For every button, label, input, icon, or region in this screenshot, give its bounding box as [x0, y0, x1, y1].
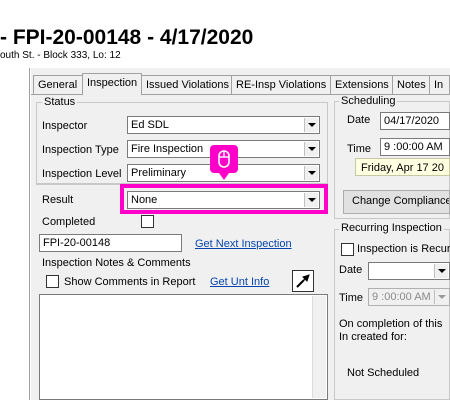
tab-notes[interactable]: Notes [392, 75, 430, 94]
inspection-number-field[interactable]: FPI-20-00148 [39, 234, 182, 252]
chevron-down-icon[interactable] [304, 118, 318, 132]
schedule-date-label: Date [347, 114, 371, 126]
notes-label: Inspection Notes & Comments [42, 257, 191, 269]
inspector-select[interactable]: Ed SDL [127, 116, 320, 134]
left-list-pane[interactable] [0, 68, 30, 400]
recurring-time-label: Time [339, 292, 364, 304]
result-highlight [120, 184, 328, 214]
tab-issued-violations[interactable]: Issued Violations [141, 75, 232, 94]
get-unit-info-link[interactable]: Get Unt Info [210, 276, 269, 288]
schedule-time-label: Time [347, 143, 372, 155]
schedule-date-field[interactable]: 04/17/2020 [380, 112, 450, 130]
tab-inspection[interactable]: Inspection [82, 73, 142, 95]
inspector-label: Inspector [42, 120, 88, 132]
chevron-down-icon[interactable] [434, 290, 448, 304]
page-title: - FPI-20-00148 - 4/17/2020 [0, 26, 254, 49]
recurring-time-value: 9 :00:00 AM [372, 291, 431, 303]
status-legend: Status [42, 96, 78, 108]
edit-pointer-button[interactable] [292, 270, 314, 292]
inspection-level-value: Preliminary [131, 167, 187, 179]
address-subtitle: outh St. - Block 333, Lo: 12 [0, 50, 121, 61]
recurring-status: Not Scheduled [347, 367, 420, 379]
tab-extensions[interactable]: Extensions [330, 75, 393, 94]
result-label: Result [42, 194, 74, 206]
show-comments-checkbox[interactable] [46, 275, 59, 288]
notes-textarea[interactable] [39, 294, 328, 400]
inspection-type-value: Fire Inspection [131, 143, 204, 155]
recurring-completion-note: On completion of this In created for: [339, 318, 443, 343]
schedule-time-field[interactable]: 9 :00:00 AM [380, 138, 450, 156]
tab-general[interactable]: General [33, 75, 83, 94]
recurring-time-select[interactable]: 9 :00:00 AM [368, 288, 450, 306]
completed-label: Completed [42, 216, 96, 228]
inspector-value: Ed SDL [131, 119, 169, 131]
scheduling-legend: Scheduling [339, 95, 398, 107]
tab-more[interactable]: In [429, 75, 450, 94]
recurring-checkbox-label: Inspection is Recurr [357, 243, 450, 255]
change-compliance-button[interactable]: Change Compliance [343, 190, 450, 214]
chevron-down-icon[interactable] [434, 264, 448, 278]
notes-scrollbar[interactable] [312, 296, 326, 398]
mouse-callout [210, 145, 238, 180]
recurring-legend: Recurring Inspection [339, 222, 444, 234]
chevron-down-icon[interactable] [304, 142, 318, 156]
edit-pointer-icon [296, 274, 310, 288]
schedule-day-display: Friday, Apr 17 20 [355, 158, 450, 176]
inspection-level-label: Inspection Level [42, 168, 122, 180]
recurring-checkbox[interactable] [341, 243, 354, 256]
recurring-date-select[interactable] [368, 262, 450, 280]
chevron-down-icon[interactable] [304, 166, 318, 180]
get-next-inspection-link[interactable]: Get Next Inspection [195, 238, 292, 250]
show-comments-label: Show Comments in Report [64, 276, 196, 288]
tab-re-insp-violations[interactable]: RE-Insp Violations [231, 75, 331, 94]
mouse-icon [218, 150, 230, 168]
inspection-type-label: Inspection Type [42, 144, 119, 156]
completed-checkbox[interactable] [141, 215, 154, 228]
recurring-date-label: Date [339, 264, 363, 276]
